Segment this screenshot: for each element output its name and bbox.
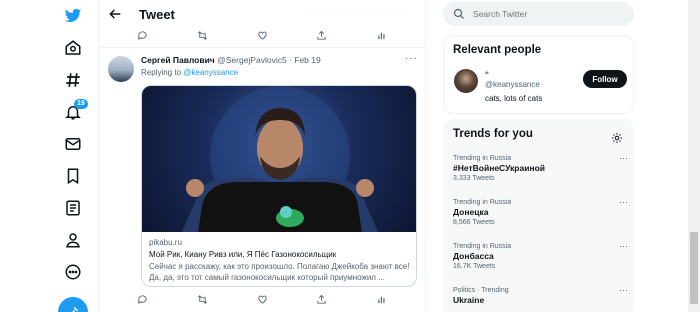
primary-nav: 19: [50, 0, 96, 312]
retweet-icon[interactable]: [197, 294, 208, 305]
trends-panel: Trends for you Trending in Russia #НетВо…: [443, 119, 634, 312]
trend-count: 3,333 Tweets: [453, 175, 495, 182]
trend-count: 8,566 Tweets: [453, 219, 495, 226]
previous-tweet-actions: [137, 30, 387, 44]
home-icon[interactable]: [50, 32, 96, 64]
notifications-bell-icon[interactable]: 19: [50, 96, 96, 128]
relevant-people-title: Relevant people: [453, 44, 542, 56]
analytics-icon[interactable]: [376, 30, 387, 41]
card-image: [142, 86, 416, 232]
reply-icon[interactable]: [137, 30, 148, 41]
card-image-illustration: [182, 86, 378, 232]
card-description: Сейчас я расскажу, как это произошло. По…: [149, 262, 410, 282]
twitter-logo-icon[interactable]: [50, 0, 96, 32]
share-icon[interactable]: [316, 294, 327, 305]
trend-more-icon[interactable]: ···: [619, 285, 628, 295]
card-text: pikabu.ru Мой Рик, Киану Ривз или, Я Пёс…: [149, 237, 413, 283]
relevant-people-panel: Relevant people 🔒︎ @keanyssance cats, lo…: [443, 35, 634, 114]
card-domain: pikabu.ru: [149, 238, 182, 247]
trend-item[interactable]: Politics · Trending Ukraine ···: [453, 285, 628, 306]
relevant-person-handle[interactable]: @keanyssance: [485, 80, 540, 89]
trend-more-icon[interactable]: ···: [619, 197, 628, 207]
like-heart-icon[interactable]: [257, 30, 268, 41]
trend-context: Politics · Trending: [453, 287, 509, 294]
search-icon: [453, 8, 464, 19]
search-box[interactable]: [443, 2, 634, 26]
author-avatar[interactable]: [108, 56, 134, 82]
reply-icon[interactable]: [137, 294, 148, 305]
tweet-more-icon[interactable]: ···: [405, 53, 418, 64]
author-handle[interactable]: @SergejPavlovic5: [217, 55, 287, 65]
replying-label: Replying to: [141, 68, 184, 77]
trend-more-icon[interactable]: ···: [619, 153, 628, 163]
trend-context: Trending in Russia: [453, 199, 512, 206]
analytics-icon[interactable]: [376, 294, 387, 305]
page-scrollbar[interactable]: [688, 0, 700, 312]
search-input[interactable]: [473, 6, 623, 22]
trend-count: 16.7K Tweets: [453, 263, 496, 270]
trend-item[interactable]: Trending in Russia Донбасса 16.7K Tweets…: [453, 241, 628, 271]
retweet-icon[interactable]: [197, 30, 208, 41]
trend-more-icon[interactable]: ···: [619, 241, 628, 251]
protected-account-icon: 🔒︎: [485, 69, 489, 76]
trend-name: Донецка: [453, 207, 489, 217]
explore-hashtag-icon[interactable]: [50, 64, 96, 96]
relevant-person-avatar[interactable]: [454, 69, 478, 93]
page-header: Tweet: [99, 0, 425, 28]
scrollbar-thumb[interactable]: [690, 232, 698, 304]
trend-name: Ukraine: [453, 295, 485, 305]
tweet-date[interactable]: Feb 19: [294, 55, 320, 65]
main-column: Tweet Сергей Павлович @SergejPavlovic5 ·…: [98, 0, 426, 312]
bookmarks-icon[interactable]: [50, 160, 96, 192]
compose-feather-icon: [72, 306, 79, 312]
notification-count-badge: 19: [74, 99, 88, 109]
back-arrow-icon[interactable]: [107, 6, 123, 22]
tweet-header: Сергей Павлович @SergejPavlovic5 · Feb 1…: [141, 55, 321, 65]
trend-item[interactable]: Trending in Russia Донецка 8,566 Tweets …: [453, 197, 628, 227]
trend-name: Донбасса: [453, 251, 494, 261]
profile-icon[interactable]: [50, 224, 96, 256]
twitter-app: 19 Tweet Сергей Павлович @SergejPavlovic…: [0, 0, 700, 312]
trend-item[interactable]: Trending in Russia #НетВойнеСУкраиной 3,…: [453, 153, 628, 183]
divider: [99, 47, 425, 48]
author-name[interactable]: Сергей Павлович: [141, 55, 215, 65]
lists-icon[interactable]: [50, 192, 96, 224]
page-title: Tweet: [139, 7, 175, 22]
trend-context: Trending in Russia: [453, 155, 512, 162]
replying-to: Replying to @keanyssance: [141, 68, 238, 77]
share-icon[interactable]: [316, 30, 327, 41]
replying-to-link[interactable]: @keanyssance: [183, 68, 238, 77]
like-heart-icon[interactable]: [257, 294, 268, 305]
relevant-person-bio: cats, lots of cats: [485, 94, 543, 103]
trend-name: #НетВойнеСУкраиной: [453, 163, 546, 173]
settings-gear-icon[interactable]: [611, 132, 623, 144]
more-options-icon[interactable]: [50, 256, 96, 288]
card-title: Мой Рик, Киану Ривз или, Я Пёс Газонокос…: [149, 250, 337, 259]
follow-button[interactable]: Follow: [583, 70, 627, 88]
tweet-actions: [137, 294, 387, 308]
link-preview-card[interactable]: pikabu.ru Мой Рик, Киану Ривз или, Я Пёс…: [141, 85, 417, 287]
trends-title: Trends for you: [453, 128, 533, 140]
messages-envelope-icon[interactable]: [50, 128, 96, 160]
trend-context: Trending in Russia: [453, 243, 512, 250]
